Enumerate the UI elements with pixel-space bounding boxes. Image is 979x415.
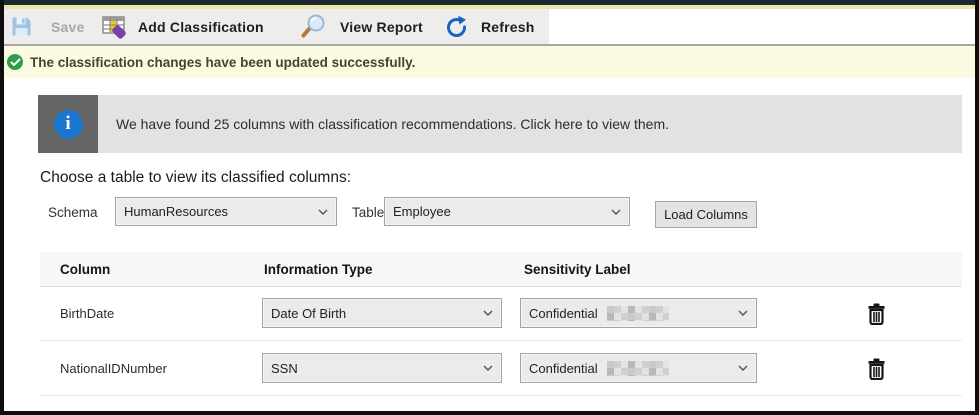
info-icon-tile: i (38, 95, 98, 153)
sensitivity-label-select[interactable]: Confidential (520, 298, 757, 328)
chevron-down-icon (483, 365, 493, 371)
add-classification-button[interactable]: Add Classification (101, 9, 264, 44)
save-label: Save (51, 19, 85, 35)
window-right-edge (975, 0, 979, 415)
save-button[interactable]: Save (10, 9, 85, 44)
information-type-header: Information Type (264, 252, 373, 287)
recommendations-banner-text[interactable]: We have found 25 columns with classifica… (98, 95, 669, 153)
table-row: BirthDate Date Of Birth Confidential (40, 287, 962, 341)
schema-select-value: HumanResources (124, 204, 228, 219)
table-label: Table (352, 205, 384, 220)
recommendations-banner[interactable]: i We have found 25 columns with classifi… (38, 95, 962, 153)
data-classification-window: Save Add Classification (0, 0, 979, 415)
magnifier-icon (300, 13, 328, 40)
table-select-value: Employee (393, 204, 451, 219)
window-bottom-edge (0, 411, 979, 415)
trash-icon (867, 303, 886, 325)
chevron-down-icon (738, 365, 748, 371)
top-yellow-strip (0, 5, 979, 9)
status-message-text: The classification changes have been upd… (30, 46, 415, 78)
column-name: NationalIDNumber (60, 341, 167, 395)
information-type-select[interactable]: SSN (262, 353, 502, 383)
sensitivity-label-select[interactable]: Confidential (520, 353, 757, 383)
add-classification-icon (101, 14, 128, 40)
refresh-label: Refresh (481, 19, 535, 35)
column-header: Column (60, 252, 110, 287)
information-type-value: Date Of Birth (271, 306, 346, 321)
information-type-value: SSN (271, 361, 298, 376)
sensitivity-label-value: Confidential (529, 306, 598, 321)
window-left-edge (0, 0, 4, 415)
refresh-icon (445, 15, 469, 39)
save-icon (10, 15, 33, 38)
status-message-bar: The classification changes have been upd… (0, 46, 979, 78)
toolbar: Save Add Classification (4, 9, 549, 44)
column-name: BirthDate (60, 287, 114, 340)
refresh-button[interactable]: Refresh (445, 9, 535, 44)
chevron-down-icon (483, 310, 493, 316)
delete-classification-button[interactable] (864, 356, 888, 382)
schema-label: Schema (48, 205, 98, 220)
chevron-down-icon (611, 209, 621, 215)
redacted-blur-patch (607, 361, 669, 376)
view-report-button[interactable]: View Report (300, 9, 423, 44)
schema-select[interactable]: HumanResources (115, 197, 337, 226)
trash-icon (867, 358, 886, 380)
success-check-icon (7, 54, 23, 70)
redacted-blur-patch (607, 306, 669, 321)
info-icon: i (54, 110, 83, 139)
chevron-down-icon (318, 209, 328, 215)
load-columns-button[interactable]: Load Columns (655, 201, 757, 228)
choose-table-heading: Choose a table to view its classified co… (40, 169, 351, 187)
table-row: NationalIDNumber SSN Confidential (40, 341, 962, 396)
delete-classification-button[interactable] (864, 301, 888, 327)
grid-header: Column Information Type Sensitivity Labe… (40, 252, 962, 287)
view-report-label: View Report (340, 19, 423, 35)
chevron-down-icon (738, 310, 748, 316)
information-type-select[interactable]: Date Of Birth (262, 298, 502, 328)
table-select[interactable]: Employee (384, 197, 630, 226)
add-classification-label: Add Classification (138, 19, 264, 35)
sensitivity-label-header: Sensitivity Label (524, 252, 631, 287)
sensitivity-label-value: Confidential (529, 361, 598, 376)
